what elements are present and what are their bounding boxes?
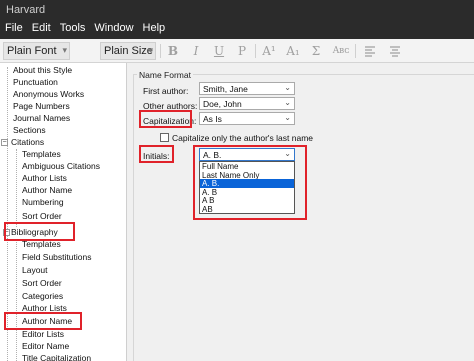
capitalization-value: As Is: [203, 114, 222, 124]
tree-item-ambiguous[interactable]: Ambiguous Citations: [22, 161, 100, 173]
tree-item-page-numbers[interactable]: Page Numbers: [13, 101, 70, 113]
highlight-box-bibliography: [4, 222, 75, 241]
highlight-box-initials-dropdown: [193, 145, 307, 220]
size-combo[interactable]: Plain Size ▾: [100, 42, 156, 60]
toolbar-divider: [355, 44, 356, 58]
size-combo-value: Plain Size: [104, 45, 153, 57]
cap-only-last-checkbox[interactable]: [160, 133, 169, 142]
first-author-label: First author:: [143, 86, 189, 96]
superscript-button[interactable]: A¹: [259, 42, 279, 60]
tree-item-citation-author-name[interactable]: Author Name: [22, 185, 72, 197]
align-center-icon[interactable]: [385, 42, 405, 60]
toolbar-divider: [160, 44, 161, 58]
symbol-button[interactable]: Σ: [306, 42, 326, 60]
underline-button[interactable]: U: [209, 42, 229, 60]
window-title: Harvard: [0, 0, 474, 20]
tree-item-editor-name[interactable]: Editor Name: [22, 341, 69, 353]
toolbar-divider: [255, 44, 256, 58]
other-authors-select[interactable]: Doe, John ⌄: [199, 97, 295, 110]
highlight-box-initials: [139, 145, 174, 163]
chevron-down-icon: ⌄: [284, 83, 291, 92]
menu-bar: File Edit Tools Window Help: [0, 20, 474, 39]
tree-item-bib-sort-order[interactable]: Sort Order: [22, 278, 62, 290]
first-author-select[interactable]: Smith, Jane ⌄: [199, 82, 295, 95]
menu-edit[interactable]: Edit: [32, 22, 51, 39]
smallcaps-button[interactable]: Aʙᴄ: [329, 42, 353, 60]
chevron-down-icon: ▾: [148, 45, 153, 55]
tree-item-title-capitalization[interactable]: Title Capitalization: [22, 353, 91, 361]
tree-item-punctuation[interactable]: Punctuation: [13, 77, 58, 89]
other-authors-value: Doe, John: [203, 99, 242, 109]
highlight-box-author-name: [4, 312, 82, 330]
tree-item-citation-templates[interactable]: Templates: [22, 149, 61, 161]
highlight-box-capitalization: [139, 110, 192, 128]
capitalization-select[interactable]: As Is ⌄: [199, 112, 295, 125]
tree-item-journal-names[interactable]: Journal Names: [13, 113, 70, 125]
tree-item-citations[interactable]: Citations: [11, 137, 44, 149]
font-combo-value: Plain Font: [7, 45, 57, 57]
tree-item-sections[interactable]: Sections: [13, 125, 46, 137]
menu-help[interactable]: Help: [143, 22, 166, 39]
collapse-icon[interactable]: −: [1, 139, 8, 146]
tree-guide: [16, 149, 17, 227]
menu-tools[interactable]: Tools: [60, 22, 86, 39]
group-title: Name Format: [137, 70, 193, 80]
chevron-down-icon: ▾: [62, 45, 67, 55]
italic-button[interactable]: I: [186, 42, 206, 60]
tree-item-numbering[interactable]: Numbering: [22, 197, 64, 209]
chevron-down-icon: ⌄: [284, 113, 291, 122]
subscript-button[interactable]: A₁: [283, 42, 303, 60]
tree-item-about[interactable]: About this Style: [13, 65, 72, 77]
cap-only-last-label: Capitalize only the author's last name: [172, 133, 314, 143]
bold-button[interactable]: B: [163, 42, 183, 60]
menu-window[interactable]: Window: [94, 22, 133, 39]
tree-item-anonymous[interactable]: Anonymous Works: [13, 89, 84, 101]
tree-item-layout[interactable]: Layout: [22, 265, 48, 277]
align-left-icon[interactable]: [360, 42, 380, 60]
plain-button[interactable]: P: [232, 42, 252, 60]
tree-item-field-substitutions[interactable]: Field Substitutions: [22, 252, 91, 264]
tree-item-citation-author-lists[interactable]: Author Lists: [22, 173, 67, 185]
first-author-value: Smith, Jane: [203, 84, 248, 94]
menu-file[interactable]: File: [5, 22, 23, 39]
tree-guide: [16, 239, 17, 361]
format-toolbar: Plain Font ▾ Plain Size ▾ B I U P A¹ A₁ …: [0, 39, 474, 63]
chevron-down-icon: ⌄: [284, 98, 291, 107]
font-combo[interactable]: Plain Font ▾: [3, 42, 70, 60]
tree-item-categories[interactable]: Categories: [22, 291, 63, 303]
tree-item-editor-lists[interactable]: Editor Lists: [22, 329, 64, 341]
